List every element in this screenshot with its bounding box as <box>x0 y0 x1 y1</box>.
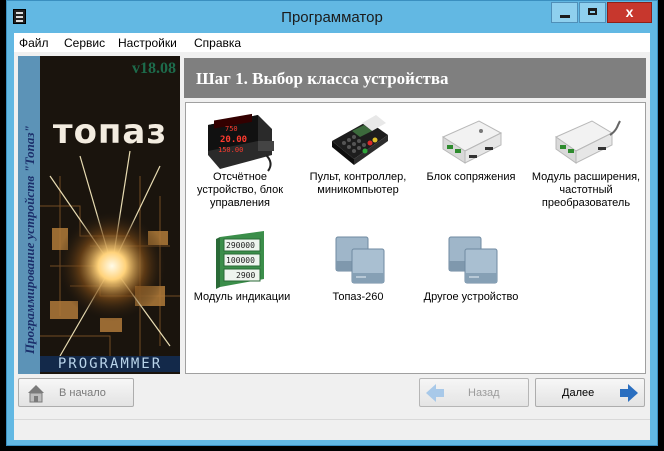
close-button[interactable]: x <box>607 2 652 23</box>
vertical-caption: Программирование устройств "Топаз" <box>20 70 38 370</box>
device-topaz-260[interactable]: Топаз-260 <box>302 231 414 304</box>
back-button-label: Назад <box>468 387 500 399</box>
programmer-label: PROGRAMMER <box>40 356 180 372</box>
device-label: Блок сопряжения <box>426 171 516 183</box>
menu-file[interactable]: Файл <box>19 36 49 50</box>
step-title: Шаг 1. Выбор класса устройства <box>196 69 449 88</box>
menu-settings[interactable]: Настройки <box>118 36 177 50</box>
device-controller[interactable]: Пульт, контроллер, миникомпьютер <box>302 111 414 197</box>
device-interface-box[interactable]: Блок сопряжения <box>415 111 527 184</box>
banner-art: v18.08 топаз PROGRAMMER <box>40 56 180 374</box>
interface-box-icon <box>435 111 507 171</box>
menu-service[interactable]: Сервис <box>64 36 105 50</box>
topaz-device-icon <box>322 231 394 291</box>
app-window: Программатор x Файл Сервис Настройки Спр… <box>6 0 658 446</box>
maximize-button[interactable] <box>579 2 606 23</box>
indicator-module-icon: 290000 100000 2900 <box>206 231 278 291</box>
svg-text:100000: 100000 <box>226 256 255 265</box>
device-label: Отсчётное устройство, блок управления <box>196 171 284 209</box>
expansion-module-icon <box>550 111 622 171</box>
back-button[interactable]: Назад <box>419 378 529 407</box>
svg-text:150.00: 150.00 <box>218 146 243 154</box>
sidebar-banner: Программирование устройств "Топаз" v18.0… <box>18 56 180 374</box>
home-button-label: В начало <box>59 387 106 399</box>
menu-help[interactable]: Справка <box>194 36 241 50</box>
minimize-button[interactable] <box>551 2 578 23</box>
counter-display-icon: 750 20.00 150.00 <box>204 111 276 172</box>
device-expansion-module[interactable]: Модуль расширения, частотный преобразова… <box>530 111 642 210</box>
home-button[interactable]: В начало <box>18 378 134 407</box>
close-icon: x <box>625 4 634 20</box>
device-label: Другое устройство <box>423 291 519 303</box>
arrow-left-icon <box>426 384 444 402</box>
next-button-label: Далее <box>562 387 595 399</box>
vertical-caption-text: Программирование устройств "Топаз" <box>22 125 37 354</box>
svg-text:20.00: 20.00 <box>220 135 247 145</box>
arrow-right-icon <box>620 384 638 402</box>
device-label: Топаз-260 <box>332 291 384 303</box>
circuit-board-image <box>40 56 180 374</box>
title-bar[interactable]: Программатор x <box>7 1 657 33</box>
home-icon <box>28 385 44 403</box>
other-device-icon <box>435 231 507 291</box>
device-label: Пульт, контроллер, миникомпьютер <box>309 171 407 196</box>
device-indicator-module[interactable]: 290000 100000 2900 Модуль индикации <box>186 231 298 304</box>
device-class-panel: 750 20.00 150.00 Отсчётное устройство, б… <box>185 102 646 374</box>
topaz-logo: топаз <box>52 112 168 152</box>
menu-bar: Файл Сервис Настройки Справка <box>14 33 650 52</box>
svg-text:750: 750 <box>225 125 238 133</box>
device-counter-unit[interactable]: 750 20.00 150.00 Отсчётное устройство, б… <box>184 111 296 210</box>
svg-text:290000: 290000 <box>226 241 255 250</box>
pos-terminal-icon <box>322 111 394 171</box>
wizard-footer: В начало Назад Далее <box>14 378 650 412</box>
client-area: Файл Сервис Настройки Справка Программир… <box>14 33 650 440</box>
step-header: Шаг 1. Выбор класса устройства <box>184 58 646 98</box>
svg-text:2900: 2900 <box>236 271 255 280</box>
version-label: v18.08 <box>132 60 176 77</box>
next-button[interactable]: Далее <box>535 378 645 407</box>
status-bar <box>14 419 650 440</box>
device-other[interactable]: Другое устройство <box>415 231 527 304</box>
device-label: Модуль расширения, частотный преобразова… <box>531 171 641 209</box>
